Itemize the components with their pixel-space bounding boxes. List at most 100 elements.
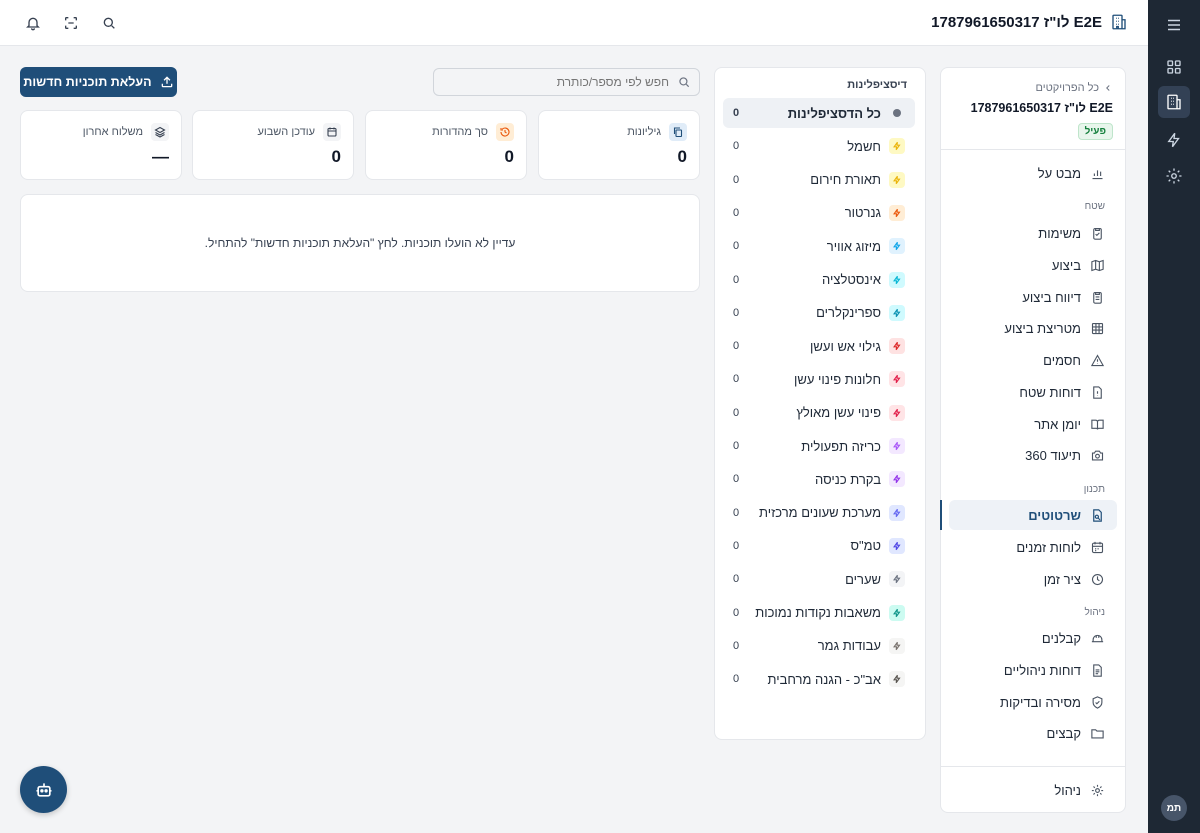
discipline-name: ספרינקלרים bbox=[816, 305, 881, 321]
empty-state-message: עדיין לא הועלו תוכניות. לחץ "העלאת תוכני… bbox=[20, 194, 700, 292]
discipline-item[interactable]: אב"כ - הגנה מרחבית 0 bbox=[723, 664, 915, 694]
discipline-icon bbox=[889, 171, 905, 188]
nav-item-label: דיווח ביצוע bbox=[1022, 289, 1081, 305]
gear-icon bbox=[1089, 782, 1105, 798]
discipline-count: 0 bbox=[733, 173, 740, 186]
nav-item-drawings[interactable]: שרטוטים bbox=[940, 500, 1117, 530]
top-bar: E2E לו"ז 1787961650317 bbox=[0, 0, 1148, 46]
discipline-item[interactable]: מיזוג אוויר 0 bbox=[723, 231, 915, 261]
discipline-count: 0 bbox=[733, 573, 740, 586]
nav-item-contractors[interactable]: קבלנים bbox=[949, 623, 1117, 653]
discipline-name: גילוי אש ועשן bbox=[810, 338, 881, 354]
nav-item-label: שרטוטים bbox=[1028, 507, 1081, 523]
discipline-name: תאורת חירום bbox=[810, 172, 881, 188]
discipline-name: אב"כ - הגנה מרחבית bbox=[767, 671, 882, 687]
discipline-item[interactable]: שערים 0 bbox=[723, 564, 915, 594]
discipline-item[interactable]: חשמל 0 bbox=[723, 131, 915, 161]
assistant-bot-button[interactable] bbox=[20, 766, 67, 813]
nav-item-label: קבלנים bbox=[1041, 630, 1081, 646]
bolt-icon[interactable] bbox=[1158, 124, 1190, 156]
nav-item-management-settings[interactable]: ניהול bbox=[949, 775, 1117, 805]
search-input[interactable] bbox=[434, 69, 699, 95]
nav-item-execution-report[interactable]: דיווח ביצוע bbox=[949, 282, 1117, 312]
bell-icon[interactable] bbox=[24, 14, 42, 32]
discipline-item[interactable]: גילוי אש ועשן 0 bbox=[723, 331, 915, 361]
back-to-projects-link[interactable]: כל הפרויקטים bbox=[1036, 82, 1113, 94]
discipline-item[interactable]: כל הדסציפלינות 0 bbox=[723, 98, 915, 128]
nav-item-management-reports[interactable]: דוחות ניהוליים bbox=[949, 655, 1117, 685]
nav-project-name: E2E לו"ז 1787961650317 bbox=[970, 101, 1113, 115]
disciplines-panel: דיסציפלינות כל הדסציפלינות 0 חשמל 0 תאורת חי… bbox=[714, 67, 926, 740]
discipline-item[interactable]: ספרינקלרים 0 bbox=[723, 298, 915, 328]
nav-item-label: תיעוד 360 bbox=[1025, 447, 1081, 463]
nav-item-handover[interactable]: מסירה ובדיקות bbox=[949, 687, 1117, 717]
building-icon bbox=[1110, 13, 1128, 31]
folder-icon bbox=[1089, 725, 1105, 741]
discipline-count: 0 bbox=[733, 107, 740, 119]
nav-item-tasks[interactable]: משימות bbox=[949, 218, 1117, 248]
discipline-icon bbox=[889, 471, 905, 488]
file-alert-icon bbox=[1089, 384, 1105, 400]
discipline-item[interactable]: חלונות פינוי עשן 0 bbox=[723, 364, 915, 394]
discipline-icon bbox=[889, 138, 905, 155]
discipline-count: 0 bbox=[733, 539, 740, 552]
discipline-item[interactable]: פינוי עשן מאולץ 0 bbox=[723, 398, 915, 428]
map-icon bbox=[1089, 257, 1105, 273]
nav-item-blockers[interactable]: חסמים bbox=[949, 345, 1117, 375]
history-icon bbox=[496, 123, 514, 141]
discipline-name: פינוי עשן מאולץ bbox=[796, 405, 881, 421]
discipline-item[interactable]: גנרטור 0 bbox=[723, 198, 915, 228]
menu-icon[interactable] bbox=[1158, 9, 1190, 41]
discipline-item[interactable]: טמ"ס 0 bbox=[723, 531, 915, 561]
discipline-item[interactable]: כריזה תפעולית 0 bbox=[723, 431, 915, 461]
drawings-icon bbox=[1089, 507, 1105, 523]
hard-hat-icon bbox=[1089, 630, 1105, 646]
nav-item-field-reports[interactable]: דוחות שטח bbox=[949, 377, 1117, 407]
discipline-item[interactable]: משאבות נקודות נמוכות 0 bbox=[723, 598, 915, 628]
bar-chart-icon bbox=[1089, 165, 1105, 181]
discipline-item[interactable]: בקרת כניסה 0 bbox=[723, 464, 915, 494]
discipline-icon bbox=[889, 404, 905, 421]
nav-item-execution[interactable]: ביצוע bbox=[949, 250, 1117, 280]
building-icon[interactable] bbox=[1158, 86, 1190, 118]
nav-item-schedules[interactable]: לוחות זמנים bbox=[949, 532, 1117, 562]
layers-icon bbox=[151, 123, 169, 141]
discipline-count: 0 bbox=[733, 473, 740, 486]
section-planning-label: תכנון bbox=[1083, 484, 1105, 495]
discipline-item[interactable]: תאורת חירום 0 bbox=[723, 165, 915, 195]
nav-item-label: ציר זמן bbox=[1043, 571, 1081, 587]
upload-label: העלאת תוכניות חדשות bbox=[23, 75, 152, 89]
discipline-item[interactable]: עבודות גמר 0 bbox=[723, 631, 915, 661]
grid-icon[interactable] bbox=[1158, 51, 1190, 83]
nav-item-files[interactable]: קבצים bbox=[949, 718, 1117, 748]
nav-item-overview[interactable]: מבט על bbox=[949, 158, 1117, 188]
discipline-name: חשמל bbox=[847, 138, 881, 154]
discipline-name: מיזוג אוויר bbox=[826, 238, 881, 254]
search-icon[interactable] bbox=[100, 14, 118, 32]
discipline-icon bbox=[889, 338, 905, 355]
user-avatar[interactable]: תמ bbox=[1161, 795, 1187, 821]
project-title-text: E2E לו"ז 1787961650317 bbox=[931, 13, 1102, 31]
nav-item-timeline[interactable]: ציר זמן bbox=[949, 564, 1117, 594]
discipline-name: כריזה תפעולית bbox=[801, 438, 881, 454]
nav-item-label: יומן אתר bbox=[1034, 416, 1081, 432]
scan-icon[interactable] bbox=[62, 14, 80, 32]
nav-item-label: ביצוע bbox=[1051, 257, 1081, 273]
nav-item-site-diary[interactable]: יומן אתר bbox=[949, 409, 1117, 439]
stat-card-sheets: גיליונות 0 bbox=[538, 110, 700, 180]
stat-label: סך מהדורות bbox=[432, 126, 488, 138]
discipline-item[interactable]: אינסטלציה 0 bbox=[723, 265, 915, 295]
search-box bbox=[433, 68, 700, 96]
nav-item-label: קבצים bbox=[1046, 725, 1081, 741]
discipline-name: בקרת כניסה bbox=[815, 471, 881, 487]
nav-item-execution-matrix[interactable]: מטריצת ביצוע bbox=[949, 313, 1117, 343]
discipline-name: חלונות פינוי עשן bbox=[793, 371, 881, 387]
nav-item-360-documentation[interactable]: תיעוד 360 bbox=[949, 440, 1117, 470]
discipline-icon bbox=[889, 604, 905, 621]
copy-icon bbox=[669, 123, 687, 141]
discipline-name: מערכת שעונים מרכזית bbox=[759, 505, 881, 521]
upload-drawings-button[interactable]: העלאת תוכניות חדשות bbox=[20, 67, 177, 97]
settings-icon[interactable] bbox=[1158, 160, 1190, 192]
stat-card-updated-week: עודכן השבוע 0 bbox=[192, 110, 354, 180]
discipline-item[interactable]: מערכת שעונים מרכזית 0 bbox=[723, 498, 915, 528]
